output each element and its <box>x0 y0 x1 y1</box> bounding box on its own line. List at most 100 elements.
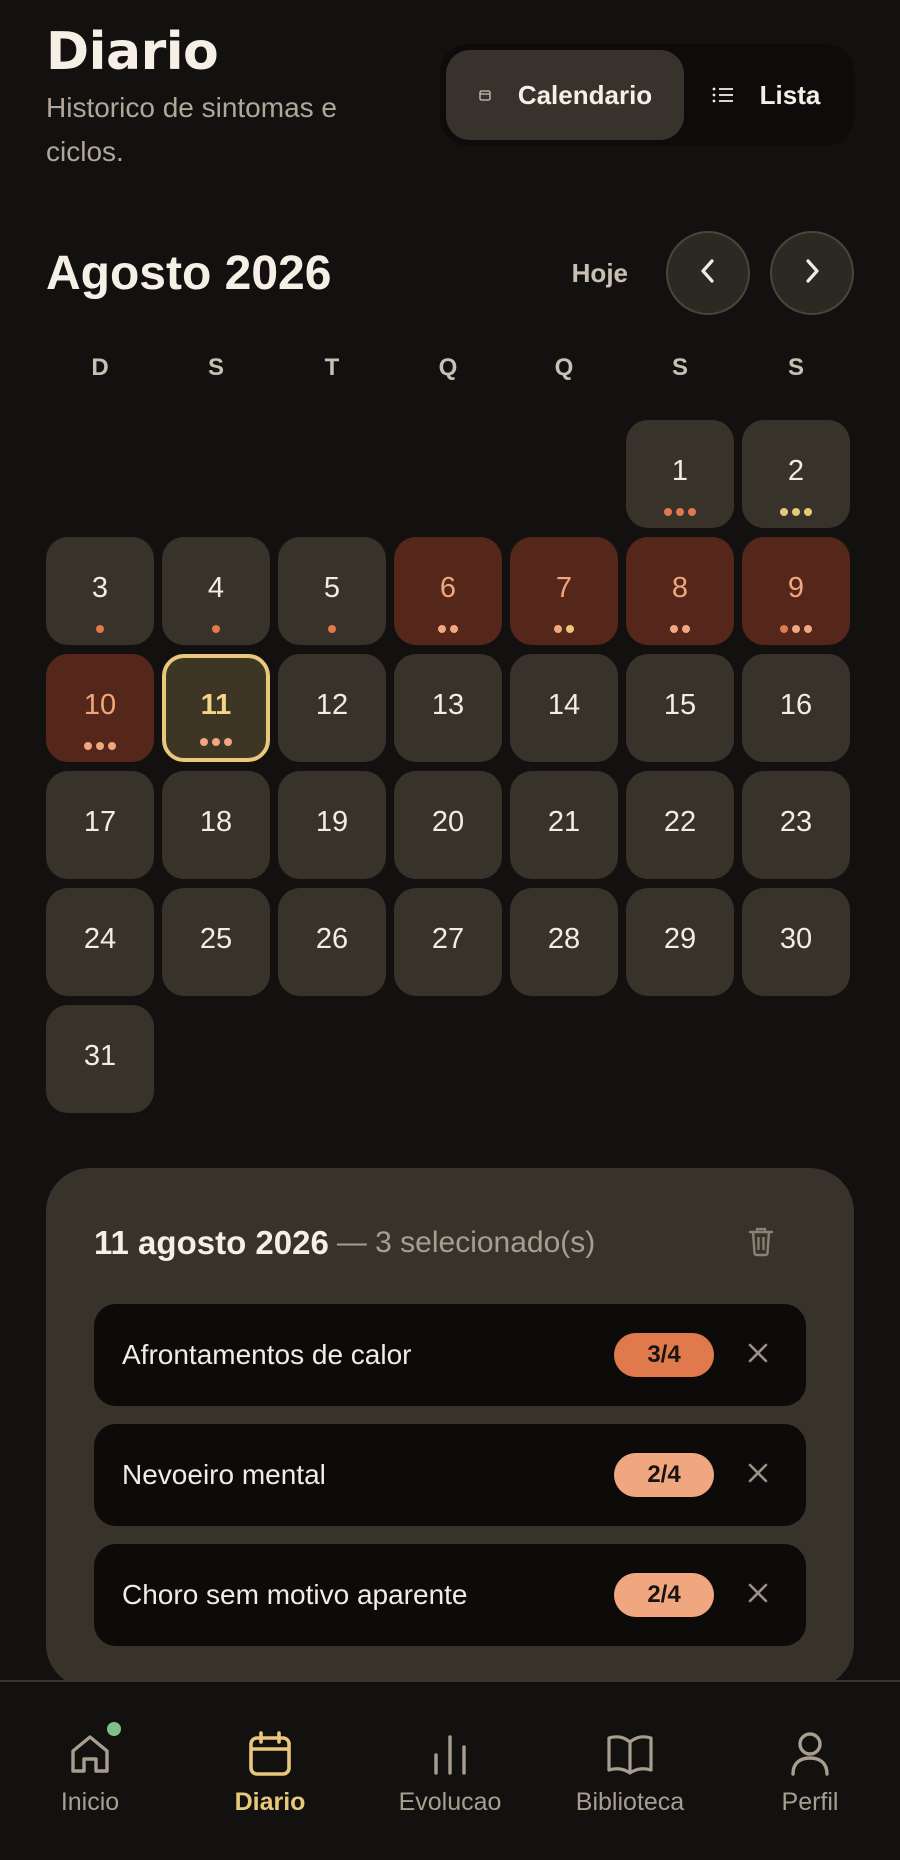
close-icon <box>747 1342 769 1368</box>
weekday-label: S <box>671 354 688 381</box>
weekday-header: DSTQQSS <box>46 354 854 382</box>
nav-item-evolucao[interactable]: Evolucao <box>360 1682 540 1860</box>
day-number: 17 <box>83 805 117 838</box>
symptom-entry: Afrontamentos de calor 3/4 <box>94 1304 806 1406</box>
calendar-day-1[interactable]: 1 <box>626 420 734 528</box>
symptom-dot <box>780 625 788 633</box>
calendar-day-31[interactable]: 31 <box>46 1005 154 1113</box>
symptom-dot <box>96 625 104 633</box>
calendar-day-26[interactable]: 26 <box>278 888 386 996</box>
remove-symptom-button[interactable] <box>738 1455 778 1495</box>
nav-item-label: Inicio <box>60 1788 120 1816</box>
day-number: 29 <box>663 922 697 955</box>
calendar-day-11[interactable]: 11 <box>162 654 270 762</box>
day-number: 15 <box>663 688 697 721</box>
calendar-empty-cell <box>162 420 270 528</box>
day-number: 18 <box>199 805 233 838</box>
day-number: 16 <box>779 688 813 721</box>
nav-item-diario[interactable]: Diario <box>180 1682 360 1860</box>
delete-button[interactable] <box>736 1218 786 1268</box>
page-header: Diario Historico de sintomas e ciclos. <box>46 22 376 174</box>
calendar-day-10[interactable]: 10 <box>46 654 154 762</box>
symptom-dot <box>554 625 562 633</box>
day-number: 23 <box>779 805 813 838</box>
calendar-day-29[interactable]: 29 <box>626 888 734 996</box>
calendar-day-8[interactable]: 8 <box>626 537 734 645</box>
calendar-day-20[interactable]: 20 <box>394 771 502 879</box>
calendar-day-16[interactable]: 16 <box>742 654 850 762</box>
symptom-dot <box>224 738 232 746</box>
nav-item-label: Perfil <box>781 1788 839 1816</box>
nav-item-biblioteca[interactable]: Biblioteca <box>540 1682 720 1860</box>
symptom-dots <box>742 508 850 516</box>
calendar-day-19[interactable]: 19 <box>278 771 386 879</box>
calendar-day-5[interactable]: 5 <box>278 537 386 645</box>
nav-item-label: Evolucao <box>398 1788 502 1816</box>
symptom-dot <box>792 625 800 633</box>
day-number: 12 <box>315 688 349 721</box>
home-icon <box>67 1722 121 1780</box>
day-number: 20 <box>431 805 465 838</box>
calendar-day-21[interactable]: 21 <box>510 771 618 879</box>
nav-item-label: Biblioteca <box>575 1788 685 1816</box>
symptom-label: Afrontamentos de calor <box>122 1339 412 1370</box>
symptom-dot <box>664 508 672 516</box>
calendar-day-13[interactable]: 13 <box>394 654 502 762</box>
calendar-day-9[interactable]: 9 <box>742 537 850 645</box>
calendar-view-label: Calendario <box>517 79 653 110</box>
calendar-day-30[interactable]: 30 <box>742 888 850 996</box>
calendar-day-12[interactable]: 12 <box>278 654 386 762</box>
calendar-day-25[interactable]: 25 <box>162 888 270 996</box>
symptom-label: Choro sem motivo aparente <box>122 1579 468 1610</box>
nav-item-inicio[interactable]: Inicio <box>0 1682 180 1860</box>
symptom-dot <box>780 508 788 516</box>
chevron-right-icon <box>801 256 823 290</box>
symptom-dots <box>742 625 850 633</box>
close-icon <box>747 1462 769 1488</box>
next-month-button[interactable] <box>770 231 854 315</box>
symptom-dot <box>212 625 220 633</box>
weekday-label: Q <box>438 354 458 381</box>
notification-dot <box>107 1722 121 1736</box>
day-number: 24 <box>83 922 117 955</box>
calendar-day-15[interactable]: 15 <box>626 654 734 762</box>
chevron-left-icon <box>697 256 719 290</box>
nav-item-perfil[interactable]: Perfil <box>720 1682 900 1860</box>
calendar-day-28[interactable]: 28 <box>510 888 618 996</box>
page-subtitle: Historico de sintomas e ciclos. <box>46 92 338 167</box>
day-number: 26 <box>315 922 349 955</box>
weekday-label: Q <box>554 354 574 381</box>
remove-symptom-button[interactable] <box>738 1335 778 1375</box>
calendar-day-24[interactable]: 24 <box>46 888 154 996</box>
symptom-dot <box>688 508 696 516</box>
symptom-dot <box>328 625 336 633</box>
calendar-day-23[interactable]: 23 <box>742 771 850 879</box>
day-number: 30 <box>779 922 813 955</box>
calendar-day-4[interactable]: 4 <box>162 537 270 645</box>
previous-month-button[interactable] <box>666 231 750 315</box>
calendar-day-7[interactable]: 7 <box>510 537 618 645</box>
calendar-view-button[interactable]: Calendario <box>446 50 684 140</box>
calendar-day-17[interactable]: 17 <box>46 771 154 879</box>
symptom-dot <box>96 742 104 750</box>
calendar-grid: 1 2 3 4 5 6 7 8 9 10 11 12 13 14 15 16 17 18 19 20 21 22 23 24 2… <box>46 420 854 1113</box>
symptom-dots <box>46 625 154 633</box>
calendar-day-2[interactable]: 2 <box>742 420 850 528</box>
symptom-dot <box>438 625 446 633</box>
calendar-day-3[interactable]: 3 <box>46 537 154 645</box>
calendar-day-22[interactable]: 22 <box>626 771 734 879</box>
calendar-day-6[interactable]: 6 <box>394 537 502 645</box>
day-number: 2 <box>787 454 805 487</box>
severity-badge: 2/4 <box>614 1573 714 1617</box>
symptom-entry: Choro sem motivo aparente 2/4 <box>94 1544 806 1646</box>
calendar-empty-cell <box>510 420 618 528</box>
list-view-button[interactable]: Lista <box>684 50 848 140</box>
calendar-day-27[interactable]: 27 <box>394 888 502 996</box>
calendar-day-18[interactable]: 18 <box>162 771 270 879</box>
day-number: 27 <box>431 922 465 955</box>
calendar-day-14[interactable]: 14 <box>510 654 618 762</box>
calendar-empty-cell <box>394 420 502 528</box>
remove-symptom-button[interactable] <box>738 1575 778 1615</box>
weekday-label: S <box>207 354 224 381</box>
today-button[interactable]: Hoje <box>572 258 628 289</box>
